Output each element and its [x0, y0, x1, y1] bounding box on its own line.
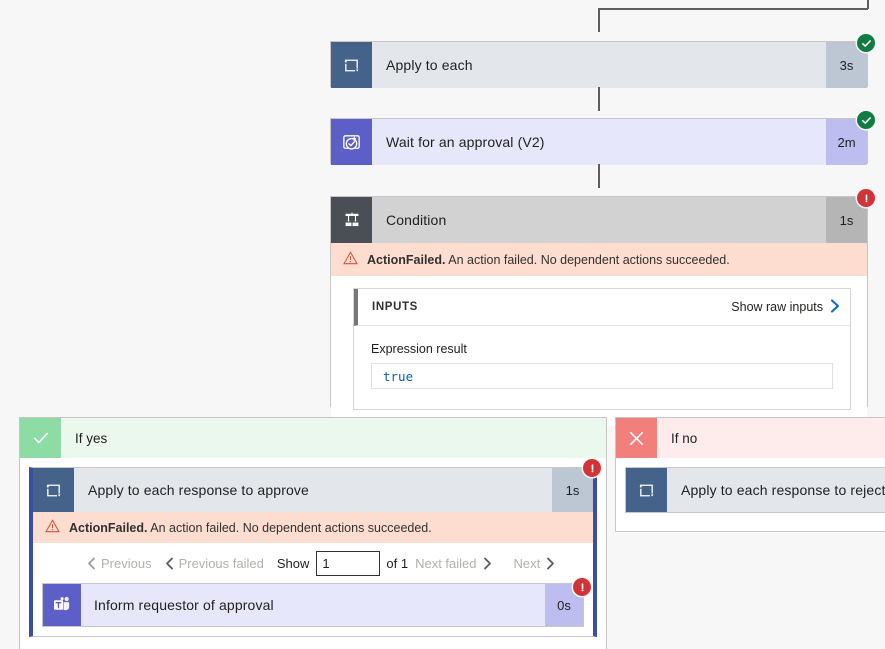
loop-icon — [33, 468, 74, 512]
error-circle-icon — [573, 578, 591, 596]
branch-if-yes-label: If yes — [75, 430, 108, 446]
error-circle-icon — [857, 189, 875, 207]
action-card-apply-to-each[interactable]: Apply to each 3s — [330, 41, 868, 88]
branch-if-yes-body: Apply to each response to approve 1s Act… — [20, 458, 606, 649]
inputs-panel-wrapper: INPUTS Show raw inputs Expression result… — [331, 276, 867, 426]
connector-vertical-right-stub — [867, 0, 869, 9]
connector-vertical-into-apply-to-each — [598, 8, 600, 32]
chevron-left-icon — [87, 557, 96, 570]
inputs-label: INPUTS — [372, 301, 418, 313]
error-code: ActionFailed. — [69, 520, 148, 535]
inputs-panel: INPUTS Show raw inputs Expression result… — [353, 288, 851, 410]
expression-result-value: true — [371, 363, 833, 389]
action-title: Condition — [386, 212, 447, 228]
connector-apply-to-approval — [598, 87, 600, 111]
action-title: Apply to each — [386, 57, 473, 73]
iteration-number-input[interactable] — [316, 550, 381, 576]
error-circle-icon — [583, 459, 601, 477]
chevron-right-icon — [546, 557, 555, 570]
show-label: Show — [276, 555, 310, 571]
chevron-right-icon — [483, 557, 492, 570]
branch-if-no-label: If no — [671, 430, 698, 446]
inputs-panel-body: Expression result true — [354, 326, 850, 409]
error-message: An action failed. No dependent actions s… — [150, 520, 432, 535]
error-message: An action failed. No dependent actions s… — [448, 252, 730, 267]
action-card-inform-requestor-of-approval[interactable]: Inform requestor of approval 0s — [42, 583, 584, 627]
branch-if-yes-header: If yes — [20, 418, 606, 458]
next-failed-button[interactable]: Next failed — [415, 556, 491, 571]
condition-icon — [331, 197, 372, 243]
action-card-apply-to-each-response-to-approve[interactable]: Apply to each response to approve 1s Act… — [29, 467, 597, 637]
loop-icon — [331, 42, 372, 88]
branch-if-yes[interactable]: If yes Apply to each response to approve — [19, 417, 607, 649]
action-title: Apply to each response to reject — [681, 482, 885, 498]
previous-failed-label: Previous failed — [178, 555, 264, 571]
previous-failed-button[interactable]: Previous failed — [165, 556, 264, 571]
check-circle-icon — [857, 34, 875, 52]
previous-label: Previous — [101, 555, 152, 571]
iteration-pager: Previous Previous failed Show of 1 — [33, 543, 593, 583]
branch-if-no[interactable]: If no Apply to each response to reject — [615, 417, 885, 532]
branch-if-no-header: If no — [616, 418, 885, 458]
check-icon — [20, 418, 61, 458]
warning-triangle-icon — [343, 251, 358, 268]
chevron-right-icon — [830, 298, 840, 316]
flow-run-canvas: Apply to each 3s Wait for an approval (V… — [0, 0, 885, 649]
expression-result-label: Expression result — [371, 342, 467, 356]
action-card-wait-for-approval[interactable]: Wait for an approval (V2) 2m — [330, 118, 868, 165]
next-label: Next — [513, 555, 541, 571]
loop-icon — [626, 468, 667, 512]
action-card-apply-to-each-response-to-reject[interactable]: Apply to each response to reject — [625, 467, 885, 513]
branch-if-no-body: Apply to each response to reject — [616, 458, 885, 529]
show-raw-inputs-label: Show raw inputs — [731, 300, 823, 314]
show-raw-inputs-link[interactable]: Show raw inputs — [731, 298, 840, 316]
action-title: Wait for an approval (V2) — [386, 134, 545, 150]
check-circle-icon — [857, 111, 875, 129]
child-action-wrapper: Inform requestor of approval 0s — [33, 583, 593, 636]
action-title: Inform requestor of approval — [94, 597, 274, 613]
of-total-label: of 1 — [386, 555, 409, 571]
previous-button[interactable]: Previous — [87, 556, 152, 571]
close-icon — [616, 418, 657, 458]
action-card-condition[interactable]: Condition 1s ActionFailed. An action fai… — [330, 196, 868, 426]
next-button[interactable]: Next — [514, 556, 556, 571]
approval-icon — [331, 119, 372, 165]
inputs-panel-header: INPUTS Show raw inputs — [354, 289, 850, 326]
teams-icon — [43, 584, 81, 626]
next-failed-label: Next failed — [415, 555, 477, 571]
connector-horizontal-top — [598, 8, 868, 10]
chevron-left-icon — [165, 557, 174, 570]
action-title: Apply to each response to approve — [88, 482, 309, 498]
error-code: ActionFailed. — [367, 252, 446, 267]
error-banner: ActionFailed. An action failed. No depen… — [33, 512, 593, 543]
error-banner: ActionFailed. An action failed. No depen… — [331, 243, 867, 276]
warning-triangle-icon — [45, 519, 60, 536]
connector-approval-to-condition — [598, 164, 600, 188]
